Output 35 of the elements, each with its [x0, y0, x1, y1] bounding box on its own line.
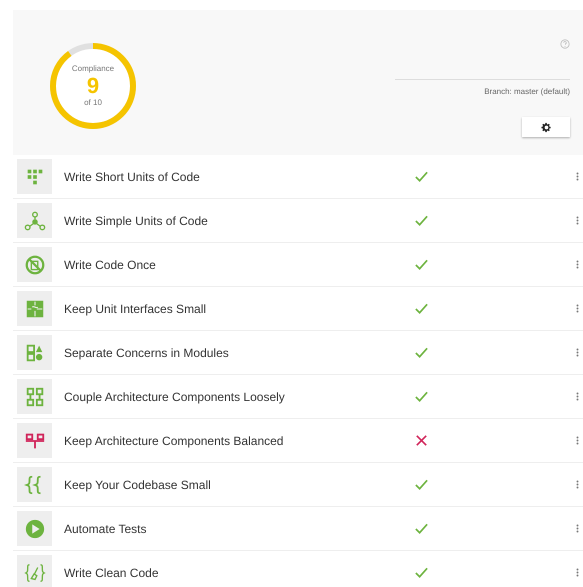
broom-braces-icon: [24, 564, 44, 582]
settings-button[interactable]: [522, 117, 570, 137]
balance-icon: [24, 433, 45, 449]
guideline-title: Separate Concerns in Modules: [64, 344, 230, 362]
more-menu-icon[interactable]: [576, 523, 579, 534]
braces-icon: [25, 475, 41, 494]
guideline-title: Write Simple Units of Code: [64, 212, 209, 230]
nodes-icon: [24, 211, 45, 230]
guideline-title: Keep Unit Interfaces Small: [64, 300, 208, 318]
compliance-score: 9: [86, 75, 100, 97]
branch-label: Branch: master (default): [484, 86, 570, 98]
guideline-title: Write Code Once: [64, 256, 157, 274]
more-menu-icon[interactable]: [576, 259, 579, 270]
guideline-title: Automate Tests: [64, 520, 148, 538]
dot-grid-icon: [27, 169, 42, 184]
guideline-title: Write Short Units of Code: [64, 168, 201, 186]
components-icon: [26, 387, 43, 406]
more-menu-icon[interactable]: [576, 171, 579, 182]
play-circle-icon: [25, 519, 44, 538]
compliance-label: Compliance: [72, 63, 114, 75]
more-menu-icon[interactable]: [576, 347, 579, 358]
guideline-title: Write Clean Code: [64, 564, 160, 582]
gear-icon: [540, 122, 552, 132]
guideline-title: Keep Your Codebase Small: [64, 476, 212, 494]
guideline-title: Couple Architecture Components Loosely: [64, 388, 286, 406]
compliance-total: of 10: [84, 97, 102, 109]
modules-icon: [26, 344, 42, 361]
more-menu-icon[interactable]: [576, 567, 579, 578]
more-menu-icon[interactable]: [576, 215, 579, 226]
more-menu-icon[interactable]: [576, 479, 579, 490]
guideline-title: Keep Architecture Components Balanced: [64, 432, 284, 450]
more-menu-icon[interactable]: [576, 391, 579, 402]
more-menu-icon[interactable]: [576, 435, 579, 446]
no-copy-icon: [25, 255, 44, 274]
more-menu-icon[interactable]: [576, 303, 579, 314]
